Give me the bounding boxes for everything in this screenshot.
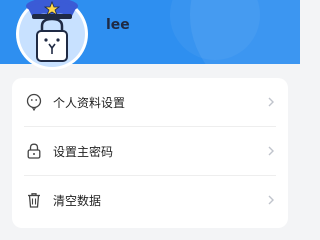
chevron-right-icon <box>268 146 274 156</box>
police-lock-avatar-icon <box>16 0 88 70</box>
menu-item-set-master-password[interactable]: 设置主密码 <box>12 127 288 175</box>
chevron-right-icon <box>268 195 274 205</box>
avatar[interactable] <box>12 0 92 74</box>
chevron-right-icon <box>268 97 274 107</box>
menu-item-label: 设置主密码 <box>53 144 114 159</box>
lock-icon <box>27 143 41 159</box>
username: lee <box>106 17 130 33</box>
menu-item-profile-settings[interactable]: 个人资料设置 <box>12 78 288 126</box>
menu-item-label: 个人资料设置 <box>53 95 126 110</box>
menu-item-label: 清空数据 <box>53 193 102 208</box>
settings-card: 个人资料设置 设置主密码 清空数据 <box>12 78 288 228</box>
menu-item-clear-data[interactable]: 清空数据 <box>12 176 288 224</box>
trash-icon <box>28 193 40 208</box>
smile-face-icon <box>26 93 42 111</box>
